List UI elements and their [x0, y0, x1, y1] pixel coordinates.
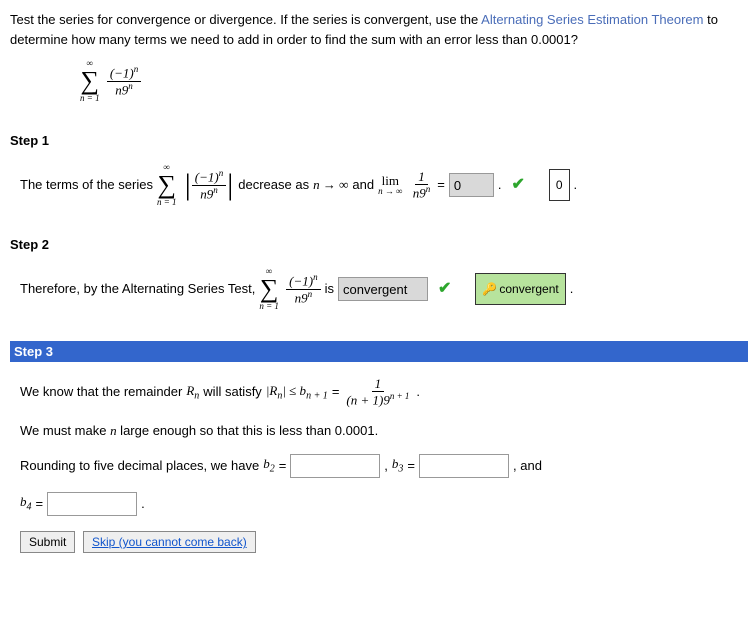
step3-header: Step 3: [10, 341, 748, 362]
step1-text3: and: [352, 171, 374, 200]
sum-bottom: n = 1: [80, 94, 100, 103]
step3-line3a: Rounding to five decimal places, we have: [20, 457, 259, 475]
b3-input[interactable]: [419, 454, 509, 478]
question-part1: Test the series for convergence or diver…: [10, 12, 481, 27]
b4-input[interactable]: [47, 492, 137, 516]
main-series: ∞ ∑ n = 1 (−1)n n9n: [80, 59, 740, 103]
step2-answer-input[interactable]: [338, 277, 428, 301]
check-icon: ✔: [438, 271, 451, 306]
step1-answer-input[interactable]: [449, 173, 494, 197]
step1-hint: 0: [549, 169, 570, 201]
step1-eq: =: [437, 171, 445, 200]
step2-text2: is: [325, 275, 334, 304]
submit-button[interactable]: Submit: [20, 531, 75, 553]
step2-header: Step 2: [10, 237, 740, 252]
question-text: Test the series for convergence or diver…: [10, 10, 740, 49]
step1-text2: decrease as: [238, 171, 309, 200]
skip-button[interactable]: Skip (you cannot come back): [83, 531, 256, 553]
theorem-link[interactable]: Alternating Series Estimation Theorem: [481, 12, 703, 27]
step2-text1: Therefore, by the Alternating Series Tes…: [20, 275, 255, 304]
step2-hint: 🔑convergent: [475, 273, 565, 305]
step1-text1: The terms of the series: [20, 171, 153, 200]
step3-line2: We must make n large enough so that this…: [20, 423, 378, 438]
step2-row: Therefore, by the Alternating Series Tes…: [20, 267, 740, 311]
step1-row: The terms of the series ∞ ∑ n = 1 (−1)n …: [20, 163, 740, 207]
key-icon: 🔑: [482, 282, 497, 296]
step3-line1a: We know that the remainder: [20, 383, 182, 401]
b2-input[interactable]: [290, 454, 380, 478]
step1-arrow: n → ∞: [313, 171, 348, 200]
step1-header: Step 1: [10, 133, 740, 148]
check-icon: ✔: [511, 167, 524, 202]
step3-line1b: will satisfy: [203, 383, 262, 401]
